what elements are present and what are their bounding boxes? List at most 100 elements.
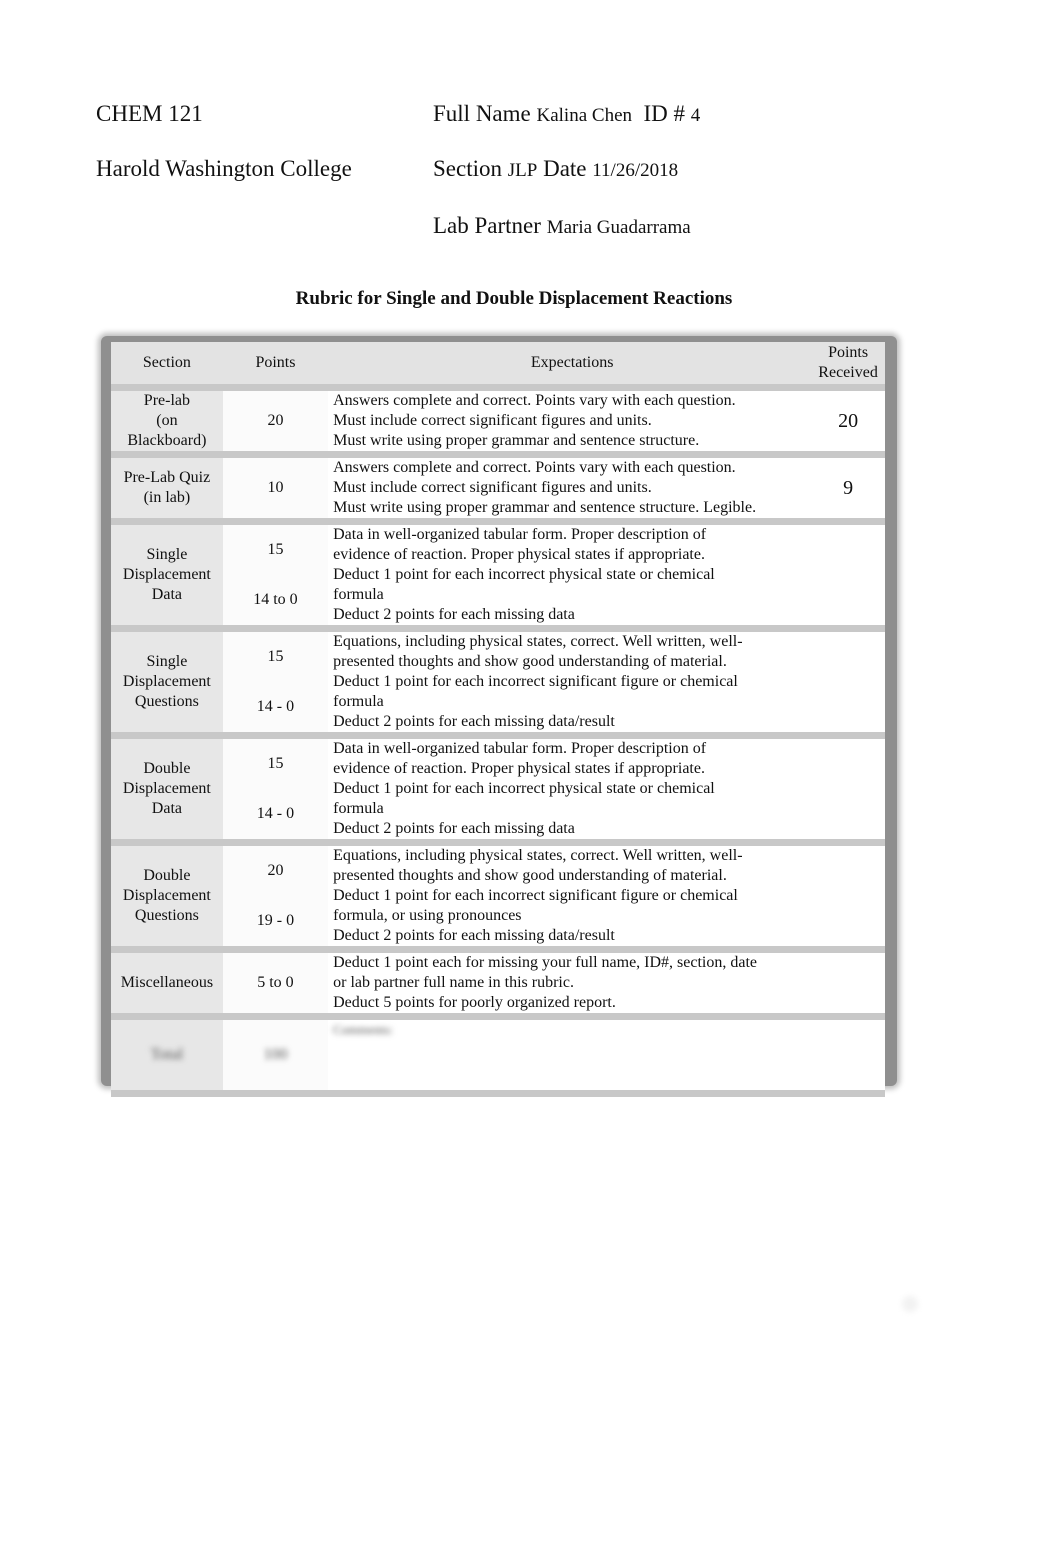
expectation-line: formula	[333, 800, 384, 817]
points-value: 14 to 0	[253, 591, 298, 608]
section-text: (on	[156, 412, 178, 429]
points-received-cell[interactable]	[811, 525, 885, 625]
expectation-line: Must include correct significant figures…	[333, 479, 652, 496]
section-text: Displacement	[122, 566, 211, 583]
section-text: Questions	[134, 907, 199, 924]
total-received-cell[interactable]	[811, 1020, 885, 1090]
separator-cell	[811, 451, 885, 458]
expectation-line: presented thoughts and show good underst…	[333, 653, 727, 670]
separator-cell	[111, 839, 223, 846]
points-value: 15	[267, 648, 284, 665]
expectations-cell: Deduct 1 point each for missing your ful…	[328, 953, 812, 1013]
separator-cell	[222, 732, 329, 739]
separator-cell	[222, 946, 329, 953]
separator-cell	[811, 1013, 885, 1020]
points-value: 14 - 0	[256, 698, 295, 715]
header-expectations: Expectations	[328, 342, 812, 384]
separator-cell	[111, 518, 223, 525]
course-name: CHEM 121	[96, 101, 203, 126]
row-separator	[111, 518, 885, 525]
points-value: 14 - 0	[256, 805, 295, 822]
expectation-line: Equations, including physical states, co…	[333, 633, 743, 650]
section-cell: Pre-lab (on Blackboard)	[111, 391, 223, 451]
expectation-line: formula	[333, 693, 384, 710]
date-value: 11/26/2018	[592, 160, 679, 181]
rubric-title: Rubric for Single and Double Displacemen…	[295, 288, 733, 309]
section-value: JLP	[507, 160, 538, 181]
points-cell: 15 14 to 0	[222, 525, 329, 625]
row-separator	[111, 384, 885, 391]
points-received-cell[interactable]	[811, 953, 885, 1013]
points-cell: 20 19 - 0	[222, 846, 329, 946]
section-label: Section	[433, 156, 502, 181]
separator-cell	[328, 451, 812, 458]
total-points: 100	[222, 1020, 329, 1090]
points-value: 20	[267, 412, 284, 429]
points-received-cell[interactable]	[811, 739, 885, 839]
points-cell: 15 14 - 0	[222, 739, 329, 839]
expectation-line: formula	[333, 586, 384, 603]
separator-cell	[111, 1090, 223, 1097]
expectation-line: Deduct 2 points for each missing data	[333, 606, 575, 623]
comments-cell[interactable]: Comments:	[328, 1020, 812, 1090]
expectation-line: Deduct 1 point for each incorrect physic…	[333, 566, 715, 583]
separator-cell	[222, 625, 329, 632]
rubric-body: Pre-lab (on Blackboard) 20 Answers complete …	[111, 384, 885, 1097]
separator-cell	[811, 839, 885, 846]
lab-partner-line: Lab Partner Maria Guadarrama	[433, 214, 691, 237]
row-separator	[111, 451, 885, 458]
header-points-received: Points Received	[811, 342, 885, 384]
points-received-cell[interactable]	[811, 846, 885, 946]
table-row: Single Displacement Questions 15 14 - 0 Equat…	[111, 632, 885, 732]
section-text: Pre-Lab Quiz	[123, 469, 211, 486]
separator-cell	[811, 384, 885, 391]
total-label-text: Total	[150, 1046, 184, 1063]
separator-cell	[328, 1090, 812, 1097]
section-cell: Single Displacement Questions	[111, 632, 223, 732]
date-label: Date	[543, 156, 587, 181]
expectation-line: evidence of reaction. Proper physical st…	[333, 546, 705, 563]
lab-partner-label: Lab Partner	[433, 213, 541, 238]
section-text: Data	[151, 586, 182, 603]
section-cell: Single Displacement Data	[111, 525, 223, 625]
separator-cell	[111, 946, 223, 953]
separator-cell	[811, 946, 885, 953]
row-separator	[111, 1013, 885, 1020]
section-text: Single	[146, 546, 188, 563]
section-cell: Double Displacement Data	[111, 739, 223, 839]
expectations-cell: Data in well-organized tabular form. Pro…	[328, 525, 812, 625]
points-received-cell[interactable]	[811, 632, 885, 732]
section-text: Data	[151, 800, 182, 817]
section-text: Miscellaneous	[120, 974, 214, 991]
separator-cell	[811, 518, 885, 525]
expectation-line: Equations, including physical states, co…	[333, 847, 743, 864]
separator-cell	[222, 518, 329, 525]
table-row: Double Displacement Data 15 14 - 0 Data in we…	[111, 739, 885, 839]
total-row: Total 100 Comments:	[111, 1020, 885, 1090]
expectation-line: Deduct 2 points for each missing data	[333, 820, 575, 837]
table-row: Double Displacement Questions 20 19 - 0 Equat…	[111, 846, 885, 946]
section-text: Questions	[134, 693, 199, 710]
separator-cell	[222, 1090, 329, 1097]
separator-cell	[222, 1013, 329, 1020]
points-received-cell[interactable]: 9	[811, 458, 885, 518]
expectations-cell: Answers complete and correct. Points var…	[328, 458, 812, 518]
expectation-line: presented thoughts and show good underst…	[333, 867, 727, 884]
separator-cell	[811, 625, 885, 632]
expectation-line: Data in well-organized tabular form. Pro…	[333, 526, 707, 543]
expectation-line: evidence of reaction. Proper physical st…	[333, 760, 705, 777]
points-value: 19 - 0	[256, 912, 295, 929]
points-cell: 10	[222, 458, 329, 518]
points-cell: 15 14 - 0	[222, 632, 329, 732]
points-received-cell[interactable]: 20	[811, 391, 885, 451]
expectation-line: Deduct 1 point each for missing your ful…	[333, 954, 758, 971]
expectation-line: Data in well-organized tabular form. Pro…	[333, 740, 707, 757]
separator-cell	[111, 384, 223, 391]
table-header-row: Section Points Expectations Points Recei…	[111, 342, 885, 384]
row-separator	[111, 625, 885, 632]
separator-cell	[111, 451, 223, 458]
header-received-line2: Received	[818, 364, 878, 381]
separator-cell	[328, 625, 812, 632]
separator-cell	[811, 1090, 885, 1097]
separator-cell	[811, 732, 885, 739]
